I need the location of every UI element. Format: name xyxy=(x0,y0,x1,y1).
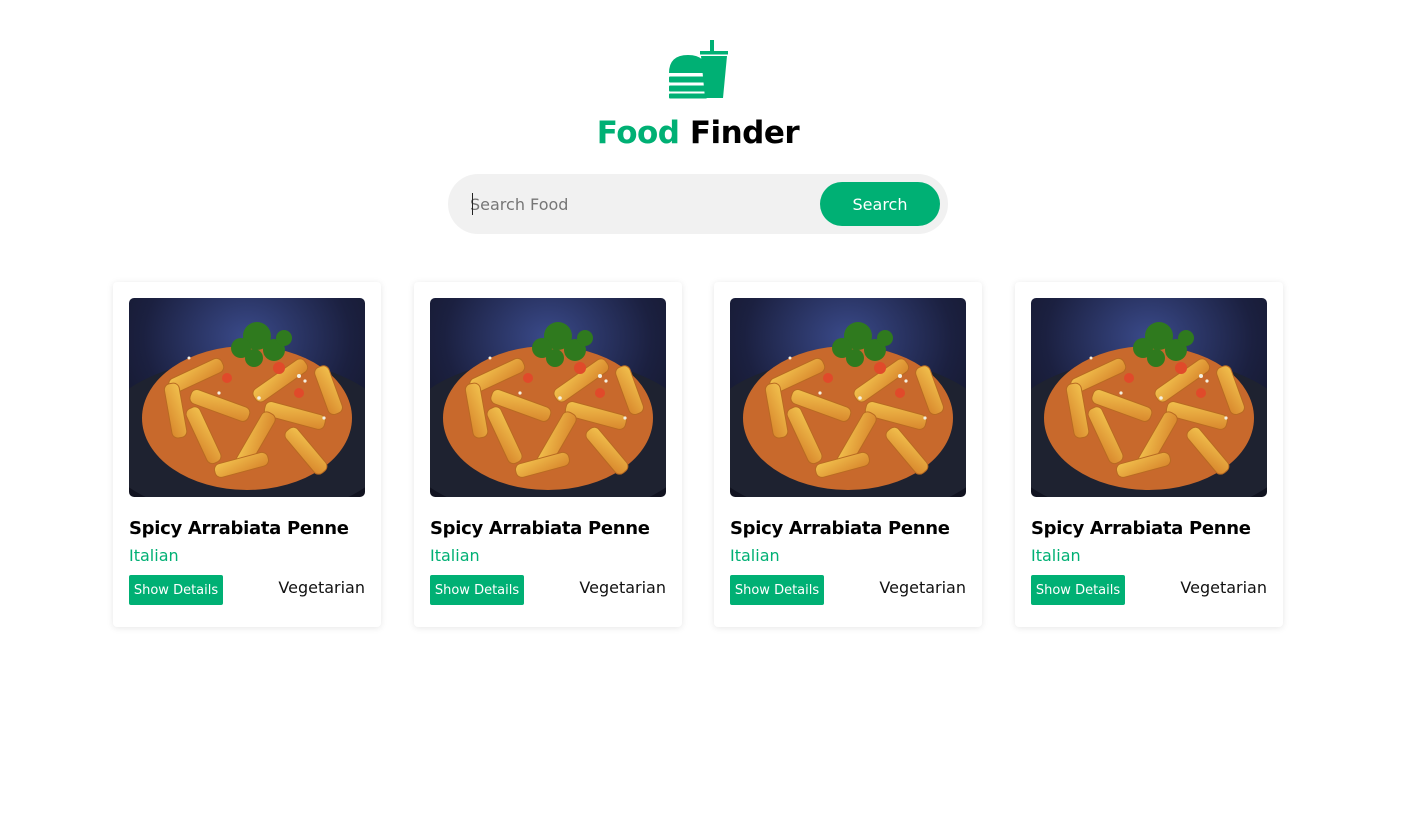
meal-name: Spicy Arrabiata Penne xyxy=(730,518,950,539)
meal-image[interactable] xyxy=(129,298,365,497)
show-details-button[interactable]: Show Details xyxy=(430,575,524,605)
meal-category: Vegetarian xyxy=(1180,578,1267,597)
text-caret xyxy=(472,193,473,215)
food-finder-page: Food Finder Search Spicy Arrabiata Penne… xyxy=(0,0,1410,821)
meal-card: Spicy Arrabiata Penne Italian Show Detai… xyxy=(1015,282,1283,627)
meal-area: Italian xyxy=(730,546,780,565)
meal-category: Vegetarian xyxy=(278,578,365,597)
meal-card: Spicy Arrabiata Penne Italian Show Detai… xyxy=(714,282,982,627)
meal-category: Vegetarian xyxy=(579,578,666,597)
page-title: Food Finder xyxy=(0,113,1396,153)
meal-name: Spicy Arrabiata Penne xyxy=(430,518,650,539)
meal-area: Italian xyxy=(430,546,480,565)
title-rest: Finder xyxy=(689,115,800,151)
meal-name: Spicy Arrabiata Penne xyxy=(129,518,349,539)
burger-drink-icon xyxy=(669,40,728,99)
search-input[interactable] xyxy=(470,184,810,224)
meal-area: Italian xyxy=(129,546,179,565)
show-details-button[interactable]: Show Details xyxy=(1031,575,1125,605)
meal-image[interactable] xyxy=(730,298,966,497)
meal-name: Spicy Arrabiata Penne xyxy=(1031,518,1251,539)
meal-image[interactable] xyxy=(1031,298,1267,497)
meal-category: Vegetarian xyxy=(879,578,966,597)
meal-card: Spicy Arrabiata Penne Italian Show Detai… xyxy=(414,282,682,627)
show-details-button[interactable]: Show Details xyxy=(129,575,223,605)
show-details-button[interactable]: Show Details xyxy=(730,575,824,605)
meal-card: Spicy Arrabiata Penne Italian Show Detai… xyxy=(113,282,381,627)
meal-image[interactable] xyxy=(430,298,666,497)
search-button[interactable]: Search xyxy=(820,182,940,226)
meal-area: Italian xyxy=(1031,546,1081,565)
title-accent: Food xyxy=(596,115,680,151)
